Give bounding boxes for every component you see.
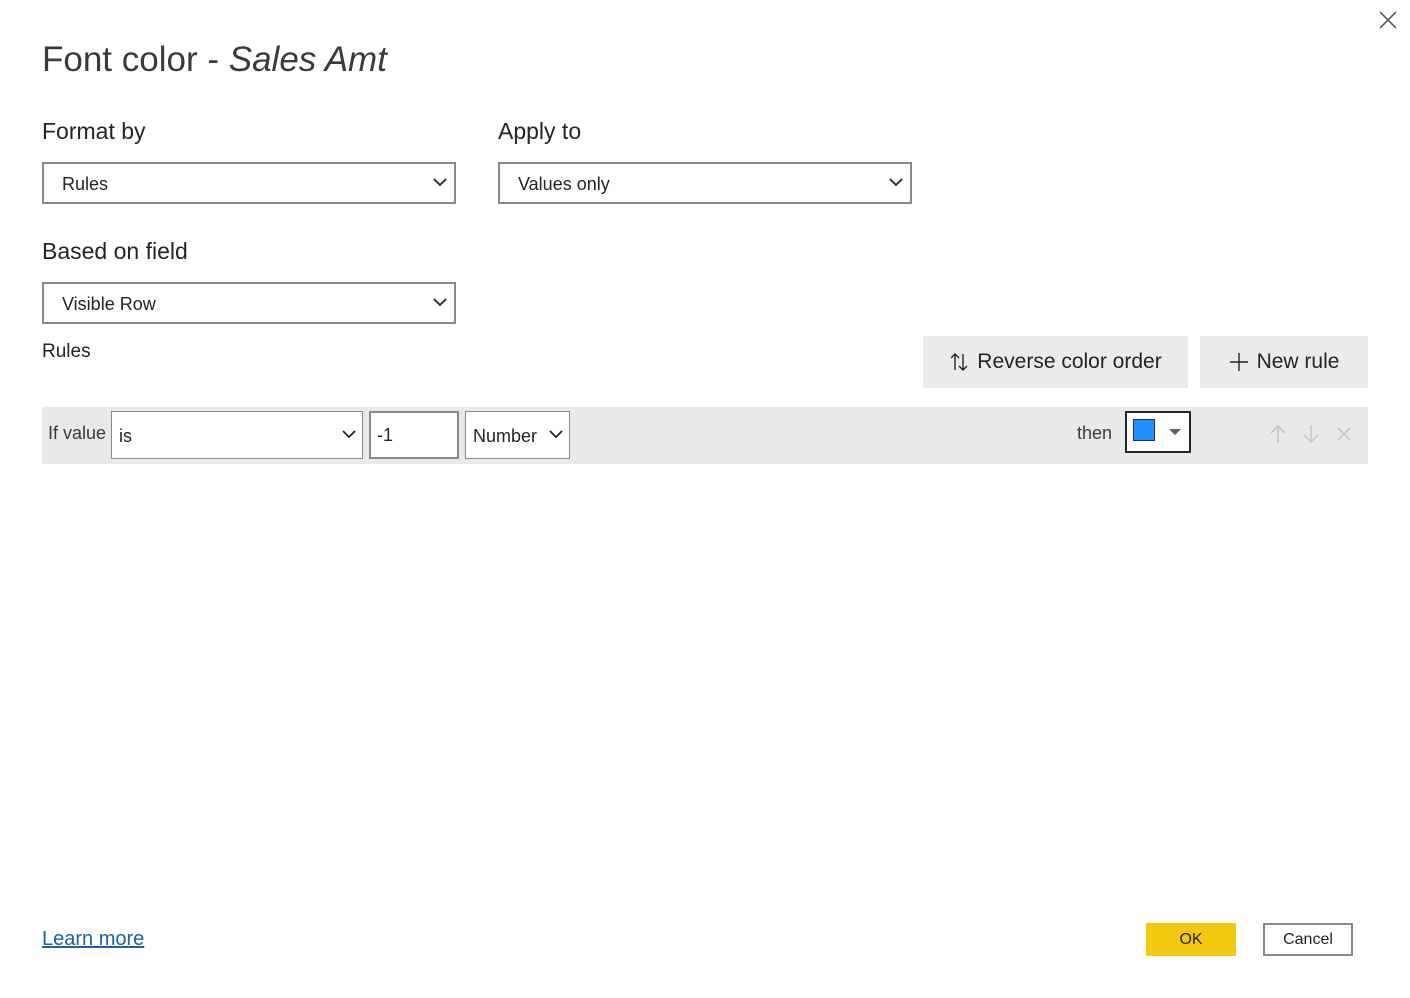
apply-to-value: Values only <box>518 174 610 194</box>
learn-more-link[interactable]: Learn more <box>42 928 144 951</box>
plus-icon <box>1229 353 1248 371</box>
ok-button[interactable]: OK <box>1146 923 1236 956</box>
chevron-down-icon <box>433 298 447 307</box>
close-icon[interactable] <box>1376 8 1400 32</box>
delete-icon[interactable] <box>1333 423 1355 445</box>
new-rule-label: New rule <box>1256 350 1340 373</box>
chevron-down-icon <box>889 178 903 187</box>
reverse-color-order-label: Reverse color order <box>977 350 1162 373</box>
then-label: then <box>1077 423 1113 443</box>
apply-to-dropdown[interactable]: Values only <box>498 162 912 204</box>
operator-value: is <box>119 426 132 446</box>
arrow-up-icon[interactable] <box>1267 423 1289 445</box>
format-by-label: Format by <box>42 118 146 144</box>
based-on-field-dropdown[interactable]: Visible Row <box>42 282 456 324</box>
arrow-down-icon[interactable] <box>1300 423 1322 445</box>
value-type-value: Number <box>473 426 538 446</box>
color-swatch <box>1133 419 1155 441</box>
value-type-dropdown[interactable]: Number <box>465 411 570 459</box>
chevron-down-icon <box>549 430 563 439</box>
dialog-title: Font color - Sales Amt <box>42 40 387 80</box>
apply-to-label: Apply to <box>498 118 582 144</box>
rule-row: If value is Number then <box>42 407 1368 464</box>
format-by-value: Rules <box>62 174 109 194</box>
new-rule-button[interactable]: New rule <box>1200 336 1368 388</box>
based-on-field-label: Based on field <box>42 238 188 264</box>
title-prefix: Font color - <box>42 40 229 79</box>
cancel-button[interactable]: Cancel <box>1263 923 1353 956</box>
based-on-field-value: Visible Row <box>62 294 156 314</box>
sort-arrows-icon <box>950 353 968 371</box>
color-picker[interactable] <box>1125 411 1191 453</box>
rules-label: Rules <box>42 341 91 362</box>
chevron-down-icon <box>342 430 356 439</box>
format-by-dropdown[interactable]: Rules <box>42 162 456 204</box>
title-field: Sales Amt <box>228 40 387 79</box>
if-value-label: If value <box>48 423 107 443</box>
caret-down-icon <box>1169 429 1181 435</box>
rule-value-input[interactable] <box>369 411 459 459</box>
reverse-color-order-button[interactable]: Reverse color order <box>923 336 1188 388</box>
operator-dropdown[interactable]: is <box>111 411 363 459</box>
chevron-down-icon <box>433 178 447 187</box>
